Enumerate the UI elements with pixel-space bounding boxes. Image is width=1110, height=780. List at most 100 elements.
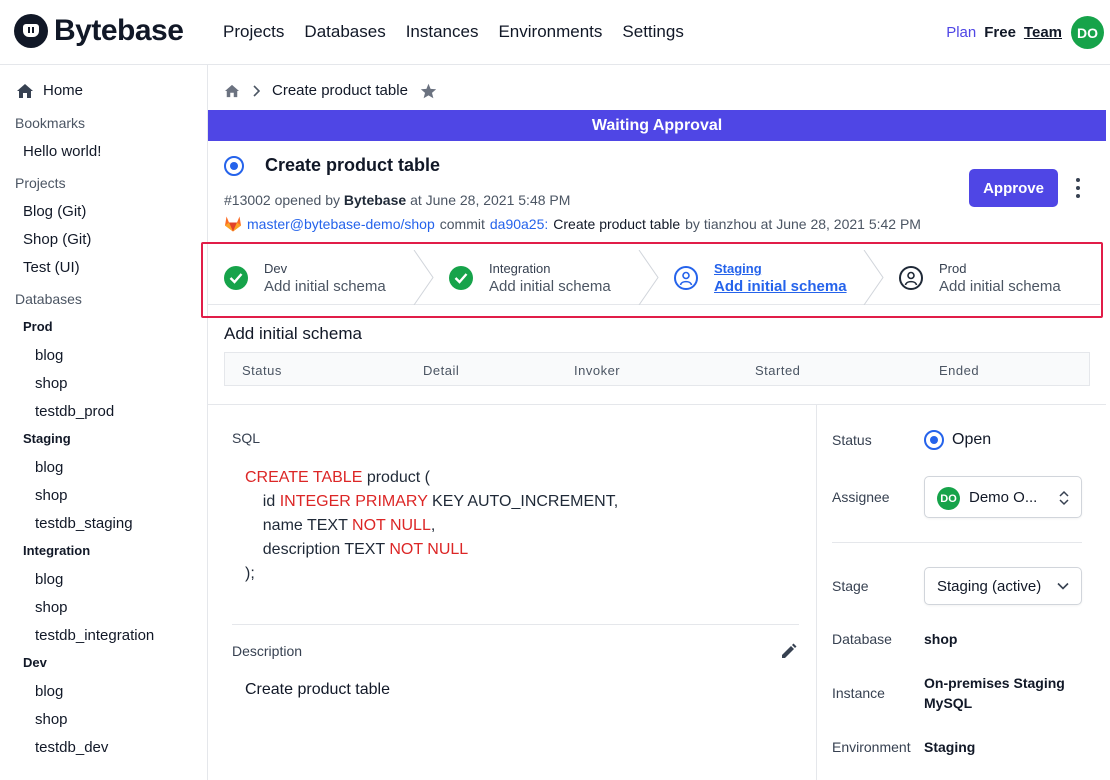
home-icon — [17, 83, 33, 98]
issue-author: Bytebase — [343, 192, 407, 208]
sidebar-bookmark-item[interactable]: Hello world! — [23, 143, 101, 160]
chevron-down-icon — [1057, 582, 1069, 590]
sql-label: SQL — [232, 430, 261, 446]
status-label: Status — [832, 432, 872, 448]
commit-word: commit — [439, 215, 485, 232]
column-header: Detail — [423, 363, 460, 378]
stage-name: Integration — [489, 261, 551, 276]
main-nav: Projects Databases Instances Environment… — [223, 22, 684, 42]
stage-prod[interactable]: Prod Add initial schema — [883, 250, 1100, 305]
sidebar-project-item[interactable]: Blog (Git) — [23, 203, 86, 220]
pencil-icon[interactable] — [780, 642, 798, 660]
database-value[interactable]: shop — [924, 629, 957, 649]
sidebar-db-item[interactable]: shop — [35, 375, 68, 392]
sidebar-env-dev: Dev — [23, 655, 47, 670]
issue-opened-by-text: opened by — [274, 192, 341, 208]
top-navbar: Bytebase Projects Databases Instances En… — [0, 0, 1110, 65]
plan-label: Plan — [946, 24, 977, 41]
sidebar-db-item[interactable]: shop — [35, 711, 68, 728]
status-text: Open — [952, 431, 992, 448]
status-banner: Waiting Approval — [208, 110, 1106, 141]
stage-pipeline: Dev Add initial schema Integration Add i… — [208, 250, 1100, 305]
sidebar-section-projects: Projects — [15, 175, 66, 191]
sidebar-db-item[interactable]: blog — [35, 571, 63, 588]
star-icon[interactable] — [420, 83, 437, 99]
home-icon[interactable] — [224, 84, 240, 98]
sidebar-db-item[interactable]: shop — [35, 599, 68, 616]
sql-text: product ( — [362, 469, 430, 486]
sidebar-section-databases: Databases — [15, 291, 82, 307]
task-list-title: Add initial schema — [224, 324, 362, 343]
instance-label: Instance — [832, 685, 885, 701]
breadcrumb: Create product table — [224, 82, 437, 99]
sql-text: name TEXT — [245, 517, 353, 534]
sidebar-db-item[interactable]: testdb_dev — [35, 739, 108, 756]
stage-name: Dev — [264, 261, 288, 276]
assignee-avatar: DO — [937, 487, 960, 510]
check-circle-icon — [449, 266, 473, 290]
chevron-right-icon — [253, 84, 260, 97]
sidebar-db-item[interactable]: shop — [35, 487, 68, 504]
more-options-icon[interactable] — [1070, 176, 1086, 200]
issue-meta: #13002 opened by Bytebase at June 28, 20… — [224, 192, 570, 208]
sql-statement[interactable]: CREATE TABLE product ( id INTEGER PRIMAR… — [245, 466, 618, 586]
environment-label: Environment — [832, 739, 911, 755]
sidebar-project-item[interactable]: Test (UI) — [23, 259, 80, 276]
approve-button[interactable]: Approve — [969, 169, 1058, 207]
commit-hash-link[interactable]: da90a25: — [490, 216, 548, 232]
nav-settings[interactable]: Settings — [622, 22, 683, 42]
status-value: Open — [924, 430, 991, 450]
sidebar-env-staging: Staging — [23, 431, 71, 446]
sidebar-db-item[interactable]: blog — [35, 683, 63, 700]
sidebar-section-bookmarks: Bookmarks — [15, 115, 86, 131]
stage-task: Add initial schema — [714, 278, 847, 295]
check-circle-icon — [224, 266, 248, 290]
bytebase-logo[interactable]: Bytebase — [14, 14, 184, 48]
assignee-name: Demo O... — [969, 489, 1038, 506]
branch-link[interactable]: master@bytebase-demo/shop — [247, 216, 435, 232]
nav-projects[interactable]: Projects — [223, 22, 284, 42]
database-label: Database — [832, 631, 892, 647]
sidebar: Home Bookmarks Hello world! Projects Blo… — [0, 65, 208, 780]
column-header: Invoker — [574, 363, 621, 378]
issue-id: #13002 — [224, 192, 271, 208]
description-text[interactable]: Create product table — [245, 681, 390, 699]
sidebar-project-item[interactable]: Shop (Git) — [23, 231, 91, 248]
stage-label: Stage — [832, 578, 869, 594]
nav-environments[interactable]: Environments — [498, 22, 602, 42]
sidebar-db-item[interactable]: testdb_staging — [35, 515, 133, 532]
sidebar-db-item[interactable]: testdb_prod — [35, 403, 114, 420]
user-circle-icon — [899, 266, 923, 290]
assignee-select[interactable]: DO Demo O... — [924, 476, 1082, 518]
stage-staging[interactable]: Staging Add initial schema — [658, 250, 883, 305]
instance-value[interactable]: On-premises Staging MySQL — [924, 673, 1074, 713]
stage-select[interactable]: Staging (active) — [924, 567, 1082, 605]
user-avatar[interactable]: DO — [1071, 16, 1104, 49]
upgrade-team-link[interactable]: Team — [1024, 24, 1062, 41]
column-header: Started — [755, 363, 801, 378]
sql-text: , — [430, 517, 436, 534]
issue-vcs-meta: master@bytebase-demo/shop commit da90a25… — [224, 215, 921, 232]
sidebar-env-integration: Integration — [23, 543, 91, 558]
sidebar-env-prod: Prod — [23, 319, 53, 334]
sql-line: id INTEGER PRIMARY KEY AUTO_INCREMENT, — [245, 490, 618, 514]
sidebar-item-home[interactable]: Home — [16, 82, 83, 99]
sidebar-db-item[interactable]: testdb_integration — [35, 627, 154, 644]
nav-databases[interactable]: Databases — [304, 22, 385, 42]
sql-text: ); — [245, 565, 255, 582]
nav-instances[interactable]: Instances — [406, 22, 479, 42]
sidebar-db-item[interactable]: blog — [35, 459, 63, 476]
sql-line: ); — [245, 562, 618, 586]
divider — [816, 404, 817, 780]
environment-value[interactable]: Staging — [924, 737, 975, 757]
task-table-header: Status Detail Invoker Started Ended — [224, 352, 1090, 386]
sql-text: description TEXT — [245, 541, 390, 558]
issue-title[interactable]: Create product table — [265, 155, 440, 176]
status-open-icon — [924, 430, 944, 450]
sql-text: id — [245, 493, 280, 510]
stage-integration[interactable]: Integration Add initial schema — [433, 250, 658, 305]
stage-dev[interactable]: Dev Add initial schema — [208, 250, 433, 305]
sidebar-db-item[interactable]: blog — [35, 347, 63, 364]
column-header: Status — [242, 363, 282, 378]
bytebase-logo-icon — [14, 14, 48, 48]
